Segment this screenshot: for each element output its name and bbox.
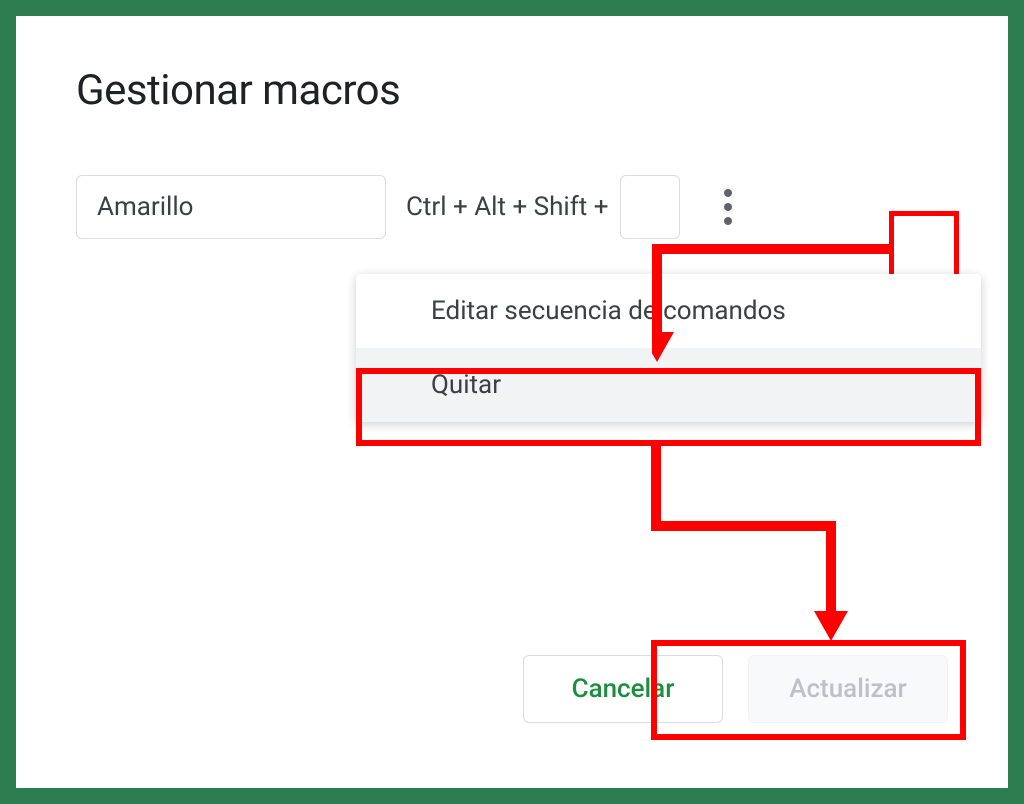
macro-name-input[interactable]	[76, 175, 386, 239]
annotation-arrow-2	[651, 441, 851, 641]
cancel-button[interactable]: Cancelar	[523, 655, 723, 723]
macro-row: Ctrl + Alt + Shift +	[76, 175, 948, 239]
shortcut-prefix-label: Ctrl + Alt + Shift +	[406, 192, 608, 222]
dialog-actions: Cancelar Actualizar	[523, 655, 948, 723]
shortcut-key-input[interactable]	[620, 175, 680, 239]
dialog-title: Gestionar macros	[76, 66, 948, 115]
update-button[interactable]: Actualizar	[748, 655, 948, 723]
macro-options-menu: Editar secuencia de comandos Quitar	[356, 274, 981, 422]
shortcut-section: Ctrl + Alt + Shift +	[406, 175, 680, 239]
manage-macros-dialog: Gestionar macros Ctrl + Alt + Shift + Ed…	[16, 16, 1008, 788]
more-options-button[interactable]	[700, 179, 756, 235]
more-vertical-icon	[724, 189, 732, 225]
edit-script-menu-item[interactable]: Editar secuencia de comandos	[356, 274, 981, 348]
remove-menu-item[interactable]: Quitar	[356, 348, 981, 422]
